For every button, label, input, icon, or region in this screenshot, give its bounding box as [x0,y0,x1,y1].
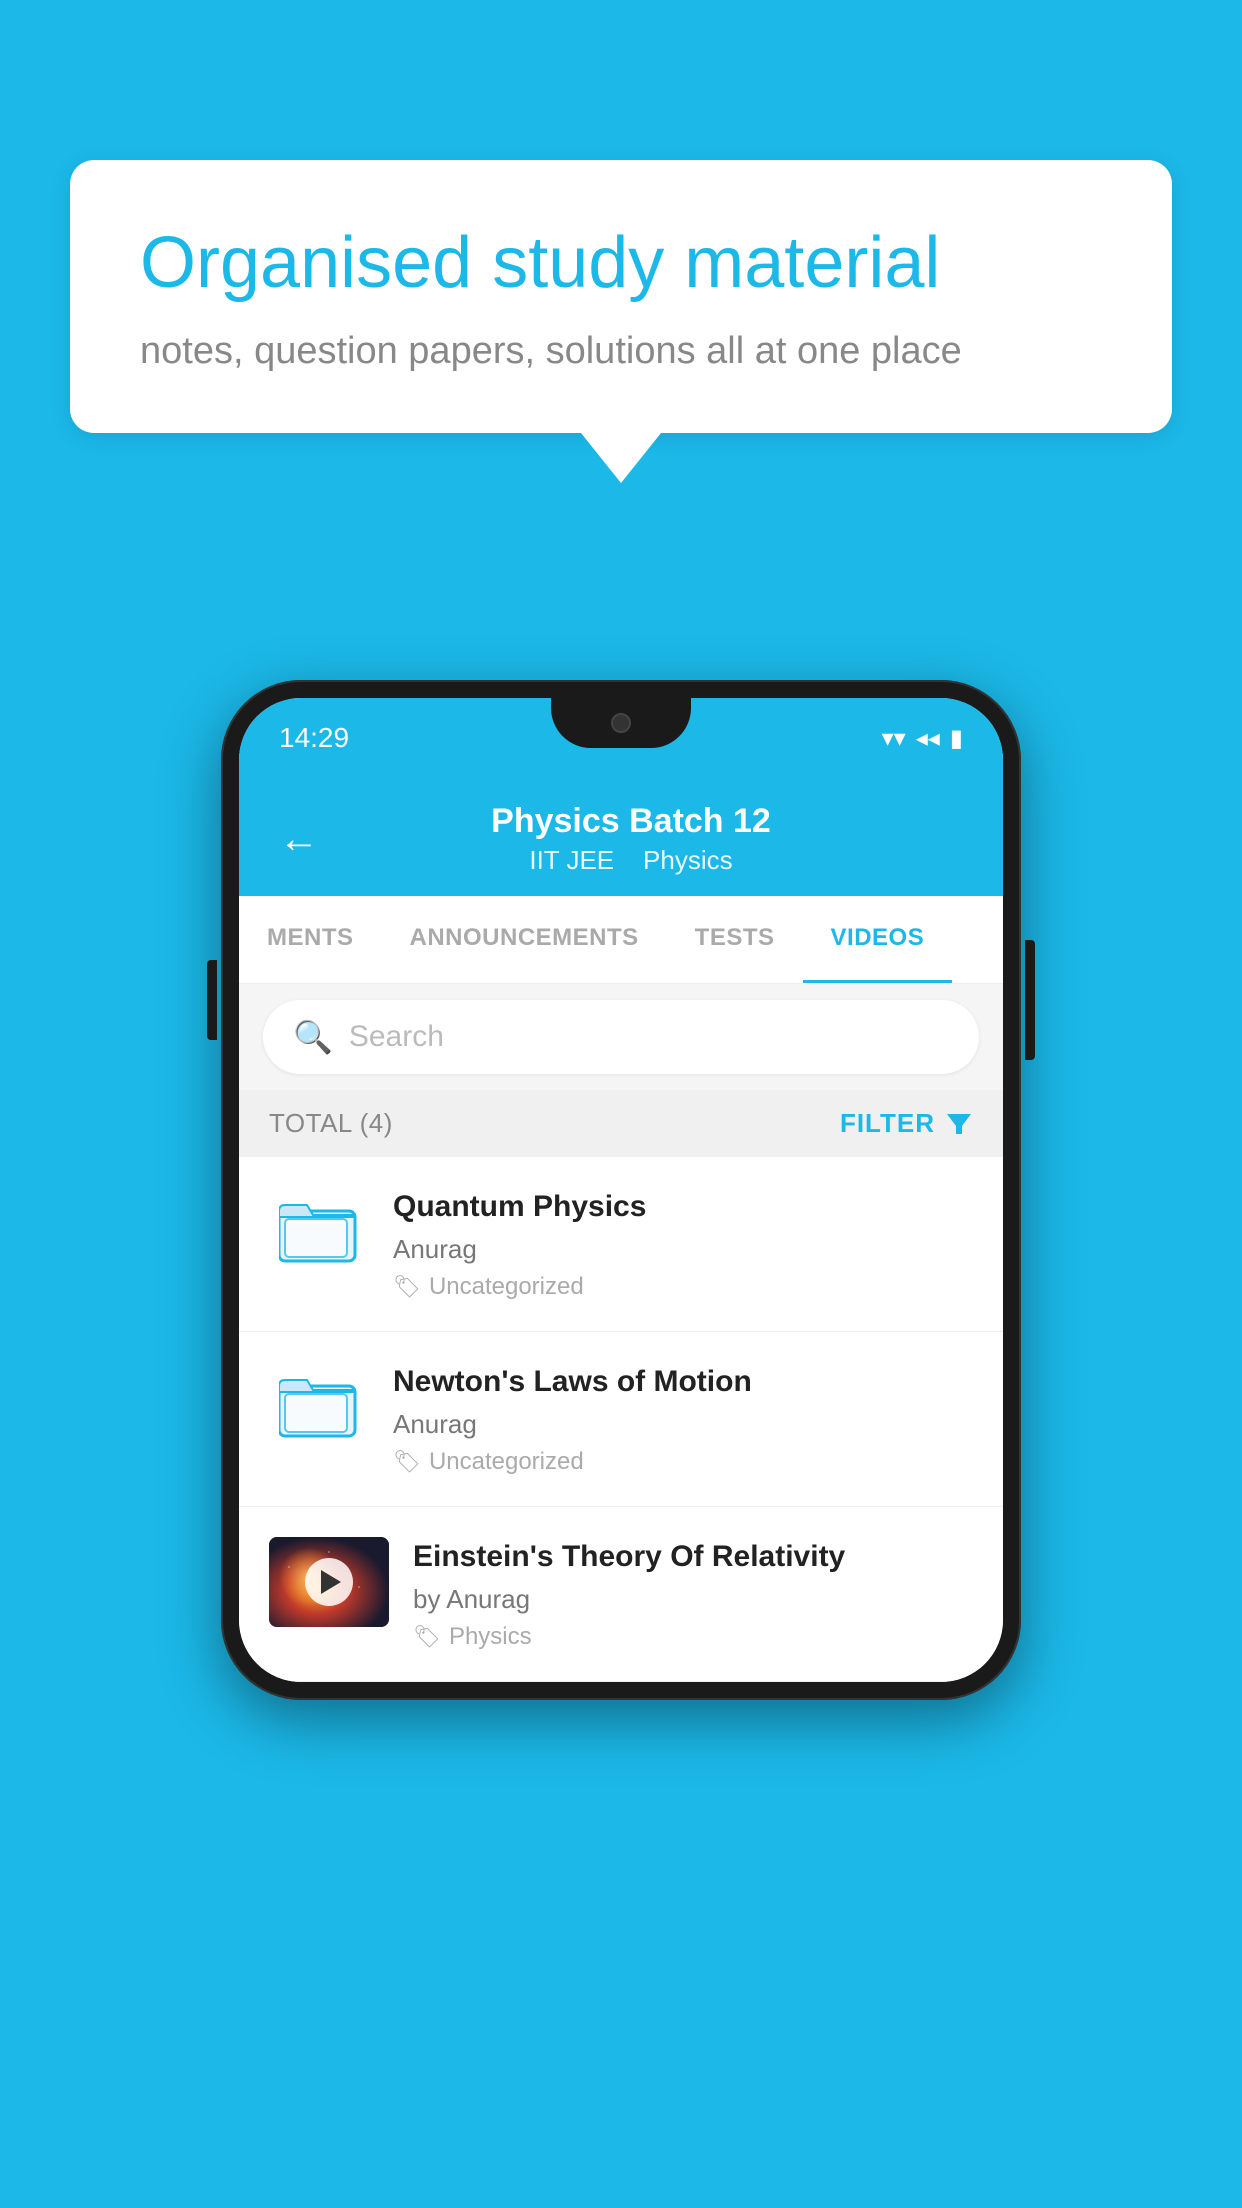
folder-svg-icon [279,1372,359,1442]
list-item[interactable]: Newton's Laws of Motion Anurag 🏷 Uncateg… [239,1332,1003,1507]
video-title: Einstein's Theory Of Relativity [413,1537,973,1576]
video-tag: 🏷 Uncategorized [393,1448,973,1476]
video-info: Newton's Laws of Motion Anurag 🏷 Uncateg… [393,1362,973,1476]
status-time: 14:29 [279,722,349,754]
search-bar-wrapper: 🔍 Search [239,984,1003,1090]
speech-bubble-section: Organised study material notes, question… [70,160,1172,483]
speech-bubble-title: Organised study material [140,220,1102,306]
list-item[interactable]: Einstein's Theory Of Relativity by Anura… [239,1507,1003,1682]
status-bar: 14:29 ▾▾ ◂◂ ▮ [239,698,1003,778]
notch [551,698,691,748]
back-button[interactable]: ← [279,817,319,862]
video-tag: 🏷 Physics [413,1623,973,1651]
play-button[interactable] [305,1558,353,1606]
header-subtitle: IIT JEE Physics [349,845,913,876]
video-title: Quantum Physics [393,1187,973,1226]
tag-icon: 🏷 [393,1449,421,1475]
subtitle-part2: Physics [643,845,733,875]
search-placeholder: Search [349,1020,444,1054]
tab-ments[interactable]: MENTS [239,896,382,983]
tabs-bar: MENTS ANNOUNCEMENTS TESTS VIDEOS [239,896,1003,984]
search-bar[interactable]: 🔍 Search [263,1000,979,1074]
speech-bubble-subtitle: notes, question papers, solutions all at… [140,330,1102,373]
tag-text: Uncategorized [429,1448,584,1476]
status-icons: ▾▾ ◂◂ ▮ [882,724,963,753]
battery-icon: ▮ [950,724,963,753]
video-author: by Anurag [413,1584,973,1615]
app-header: ← Physics Batch 12 IIT JEE Physics [239,778,1003,896]
phone-mockup: 14:29 ▾▾ ◂◂ ▮ ← Physics Batch 12 IIT JEE [221,680,1021,1700]
tag-text: Uncategorized [429,1273,584,1301]
tag-icon: 🏷 [413,1624,441,1650]
signal-icon: ◂◂ [916,724,940,753]
camera-dot [611,713,631,733]
filter-funnel-icon [945,1110,973,1138]
video-author: Anurag [393,1234,973,1265]
phone-screen: 14:29 ▾▾ ◂◂ ▮ ← Physics Batch 12 IIT JEE [239,698,1003,1682]
subtitle-part1: IIT JEE [529,845,614,875]
tab-videos[interactable]: VIDEOS [803,896,953,983]
video-tag: 🏷 Uncategorized [393,1273,973,1301]
wifi-icon: ▾▾ [882,724,906,753]
phone-outer-shell: 14:29 ▾▾ ◂◂ ▮ ← Physics Batch 12 IIT JEE [221,680,1021,1700]
video-info: Einstein's Theory Of Relativity by Anura… [413,1537,973,1651]
total-label: TOTAL (4) [269,1108,393,1139]
video-list: Quantum Physics Anurag 🏷 Uncategorized [239,1157,1003,1682]
tab-announcements[interactable]: ANNOUNCEMENTS [382,896,667,983]
folder-svg-icon [279,1197,359,1267]
video-title: Newton's Laws of Motion [393,1362,973,1401]
play-overlay [269,1537,389,1627]
header-title-group: Physics Batch 12 IIT JEE Physics [349,802,913,876]
filter-label: FILTER [840,1108,935,1139]
speech-bubble-arrow [581,433,661,483]
folder-icon [269,1187,369,1277]
filter-button[interactable]: FILTER [840,1108,973,1139]
video-author: Anurag [393,1409,973,1440]
video-info: Quantum Physics Anurag 🏷 Uncategorized [393,1187,973,1301]
search-icon: 🔍 [293,1018,333,1056]
folder-icon [269,1362,369,1452]
header-title: Physics Batch 12 [349,802,913,841]
tab-tests[interactable]: TESTS [667,896,803,983]
filter-bar: TOTAL (4) FILTER [239,1090,1003,1157]
speech-bubble-card: Organised study material notes, question… [70,160,1172,433]
list-item[interactable]: Quantum Physics Anurag 🏷 Uncategorized [239,1157,1003,1332]
tag-text: Physics [449,1623,532,1651]
video-thumbnail [269,1537,389,1627]
tag-icon: 🏷 [393,1274,421,1300]
play-triangle-icon [321,1570,341,1594]
